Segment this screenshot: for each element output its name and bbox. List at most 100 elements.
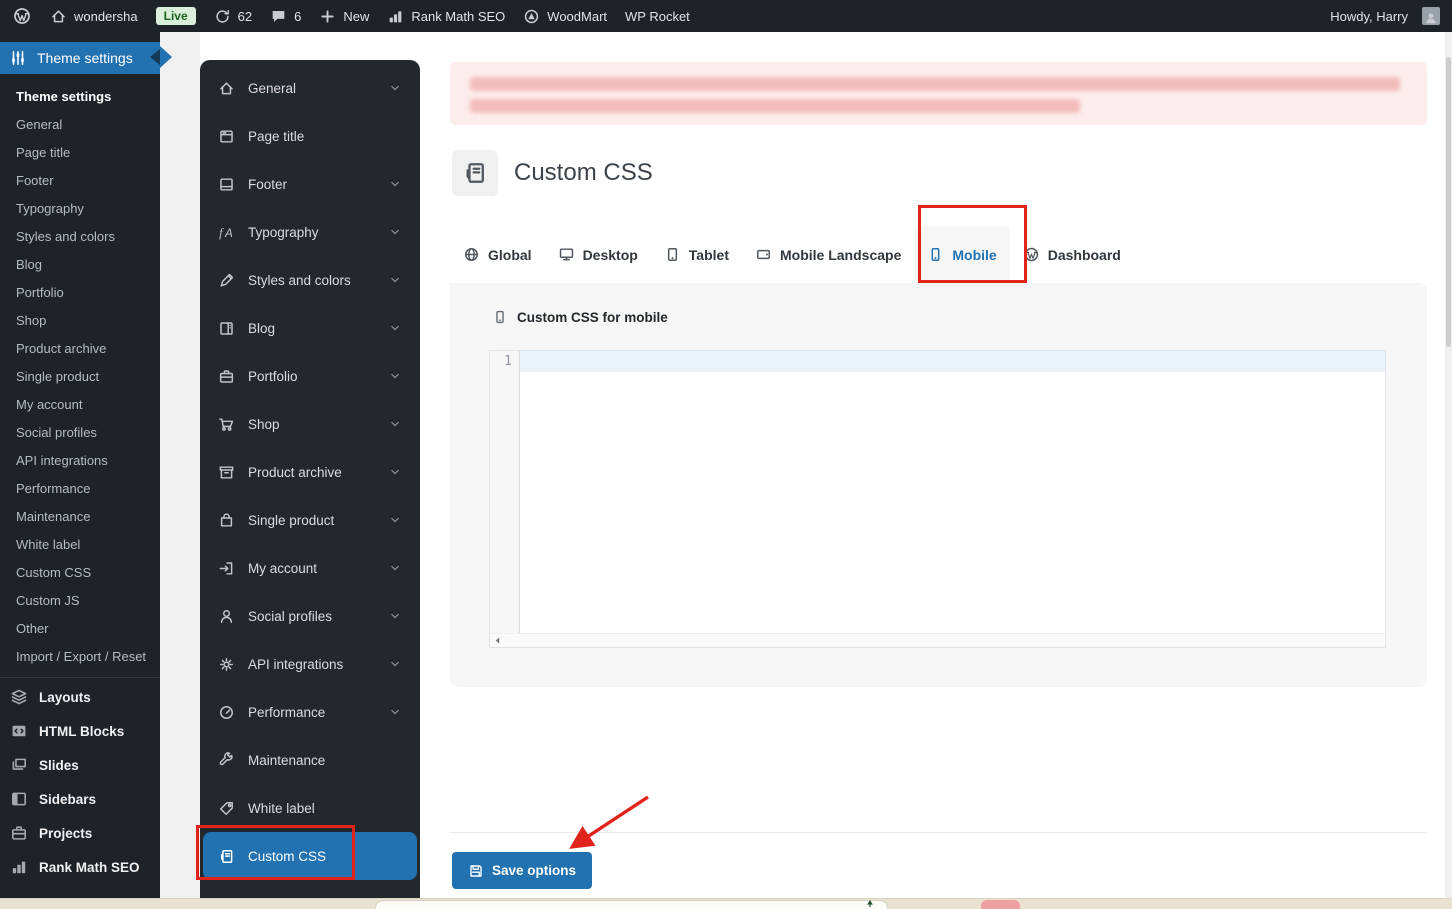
- sidebar-submenu-item-custom-css[interactable]: Custom CSS: [0, 558, 160, 586]
- updates-icon: [214, 8, 231, 25]
- settings-nav-item-styles-and-colors[interactable]: Styles and colors: [200, 256, 420, 304]
- settings-nav-item-social-profiles[interactable]: Social profiles: [200, 592, 420, 640]
- sidebar-item-rank-math-seo[interactable]: Rank Math SEO: [0, 850, 160, 884]
- page-scrollbar[interactable]: [1445, 32, 1452, 898]
- sidebar-submenu-item-product-archive[interactable]: Product archive: [0, 334, 160, 362]
- bag-icon: [218, 512, 235, 529]
- wp-logo-menu[interactable]: [12, 0, 32, 32]
- redacted-text-line: [470, 77, 1400, 91]
- wp-rocket-label: WP Rocket: [625, 8, 690, 24]
- settings-nav-item-maintenance[interactable]: Maintenance: [200, 736, 420, 784]
- sidebar-submenu-item-social-profiles[interactable]: Social profiles: [0, 418, 160, 446]
- woodmart-menu[interactable]: WoodMart: [523, 0, 607, 32]
- sidebar-submenu-item-other[interactable]: Other: [0, 614, 160, 642]
- redacted-text-line: [470, 99, 1080, 113]
- save-options-button[interactable]: Save options: [452, 852, 593, 889]
- settings-nav-item-api-integrations[interactable]: API integrations: [200, 640, 420, 688]
- tab-desktop[interactable]: Desktop: [545, 226, 651, 283]
- settings-nav-item-product-archive[interactable]: Product archive: [200, 448, 420, 496]
- save-icon: [468, 863, 484, 879]
- page-title: Custom CSS: [514, 159, 653, 186]
- sidebar-submenu-item-page-title[interactable]: Page title: [0, 138, 160, 166]
- settings-nav-item-portfolio[interactable]: Portfolio: [200, 352, 420, 400]
- settings-nav-item-page-title[interactable]: Page title: [200, 112, 420, 160]
- chevron-down-icon: [388, 177, 402, 191]
- sidebar-item-sidebars[interactable]: Sidebars: [0, 782, 160, 816]
- sidebar-submenu-item-api-integrations[interactable]: API integrations: [0, 446, 160, 474]
- collapse-arrow-icon: [150, 49, 160, 65]
- footer-divider: [450, 832, 1427, 833]
- tab-global[interactable]: Global: [450, 226, 545, 283]
- chevron-down-icon: [388, 561, 402, 575]
- chevron-down-icon: [388, 609, 402, 623]
- sidebar-divider: [0, 677, 160, 678]
- sidebar-item-projects[interactable]: Projects: [0, 816, 160, 850]
- new-content-menu[interactable]: New: [319, 0, 369, 32]
- settings-nav-item-performance[interactable]: Performance: [200, 688, 420, 736]
- rank-math-menu[interactable]: Rank Math SEO: [387, 0, 505, 32]
- updates-count: 62: [237, 8, 253, 24]
- chevron-down-icon: [388, 225, 402, 239]
- sidebar-submenu-item-shop[interactable]: Shop: [0, 306, 160, 334]
- tab-mobile-landscape[interactable]: Mobile Landscape: [742, 226, 914, 283]
- tag-icon: [218, 800, 235, 817]
- sidebar-submenu-item-theme-settings[interactable]: Theme settings: [0, 82, 160, 110]
- tab-dashboard[interactable]: Dashboard: [1010, 226, 1134, 283]
- rank-math-label: Rank Math SEO: [411, 8, 506, 24]
- editor-h-scrollbar[interactable]: [490, 633, 1385, 647]
- sidebar-submenu-item-styles-and-colors[interactable]: Styles and colors: [0, 222, 160, 250]
- comments-menu[interactable]: 6: [270, 0, 301, 32]
- tab-tablet[interactable]: Tablet: [651, 226, 742, 283]
- page-icon: [218, 128, 235, 145]
- settings-nav-item-blog[interactable]: Blog: [200, 304, 420, 352]
- scroll-left-icon: [492, 635, 503, 646]
- person-icon: [1424, 11, 1438, 25]
- settings-nav-item-typography[interactable]: fA Typography: [200, 208, 420, 256]
- account-menu[interactable]: Howdy, Harry: [1330, 0, 1440, 32]
- sidebar-submenu-item-custom-js[interactable]: Custom JS: [0, 586, 160, 614]
- background-pink-element: [981, 900, 1020, 909]
- sidebar-item-theme-settings[interactable]: Theme settings: [0, 42, 160, 74]
- sidebar-item-layouts[interactable]: Layouts: [0, 680, 160, 714]
- svg-text:A: A: [224, 226, 233, 239]
- sidebar-submenu-item-maintenance[interactable]: Maintenance: [0, 502, 160, 530]
- settings-nav-item-white-label[interactable]: White label: [200, 784, 420, 832]
- chart-bars-icon: [387, 8, 404, 25]
- wrench-icon: [218, 751, 235, 769]
- settings-nav-item-custom-css[interactable]: Custom CSS: [203, 832, 417, 880]
- archive-icon: [218, 464, 235, 481]
- settings-nav-item-general[interactable]: General: [200, 64, 420, 112]
- sidebar-submenu-item-performance[interactable]: Performance: [0, 474, 160, 502]
- sidebar-submenu-item-general[interactable]: General: [0, 110, 160, 138]
- comment-icon: [270, 8, 287, 25]
- updates-menu[interactable]: 62: [214, 0, 252, 32]
- sidebar-submenu-item-single-product[interactable]: Single product: [0, 362, 160, 390]
- avatar: [1422, 7, 1440, 25]
- scrollbar-thumb[interactable]: [1446, 57, 1451, 347]
- settings-nav-item-single-product[interactable]: Single product: [200, 496, 420, 544]
- mobile-icon: [927, 246, 944, 263]
- comments-count: 6: [294, 8, 302, 24]
- desktop-icon: [558, 246, 575, 263]
- sidebar-item-slides[interactable]: Slides: [0, 748, 160, 782]
- sidebar-submenu-item-white-label[interactable]: White label: [0, 530, 160, 558]
- settings-nav-item-footer[interactable]: Footer: [200, 160, 420, 208]
- tree-icon: [860, 899, 880, 909]
- sidebar-submenu-item-import-export-reset[interactable]: Import / Export / Reset: [0, 642, 160, 670]
- tab-mobile[interactable]: Mobile: [914, 226, 1010, 283]
- home-icon: [50, 8, 67, 25]
- settings-nav-item-shop[interactable]: Shop: [200, 400, 420, 448]
- sidebar-submenu-item-my-account[interactable]: My account: [0, 390, 160, 418]
- sidebar-submenu-item-footer[interactable]: Footer: [0, 166, 160, 194]
- sidebar-item-html-blocks[interactable]: HTML Blocks: [0, 714, 160, 748]
- settings-nav-item-my-account[interactable]: My account: [200, 544, 420, 592]
- wp-rocket-menu[interactable]: WP Rocket: [625, 0, 690, 32]
- annotation-arrow: [569, 795, 649, 849]
- css-code-editor[interactable]: 1: [489, 350, 1386, 648]
- sidebar-submenu-item-typography[interactable]: Typography: [0, 194, 160, 222]
- sidebar-submenu-item-portfolio[interactable]: Portfolio: [0, 278, 160, 306]
- theme-settings-label: Theme settings: [37, 50, 133, 66]
- background-window-tab: [375, 900, 888, 909]
- sidebar-submenu-item-blog[interactable]: Blog: [0, 250, 160, 278]
- site-name-menu[interactable]: wondersha: [50, 0, 138, 32]
